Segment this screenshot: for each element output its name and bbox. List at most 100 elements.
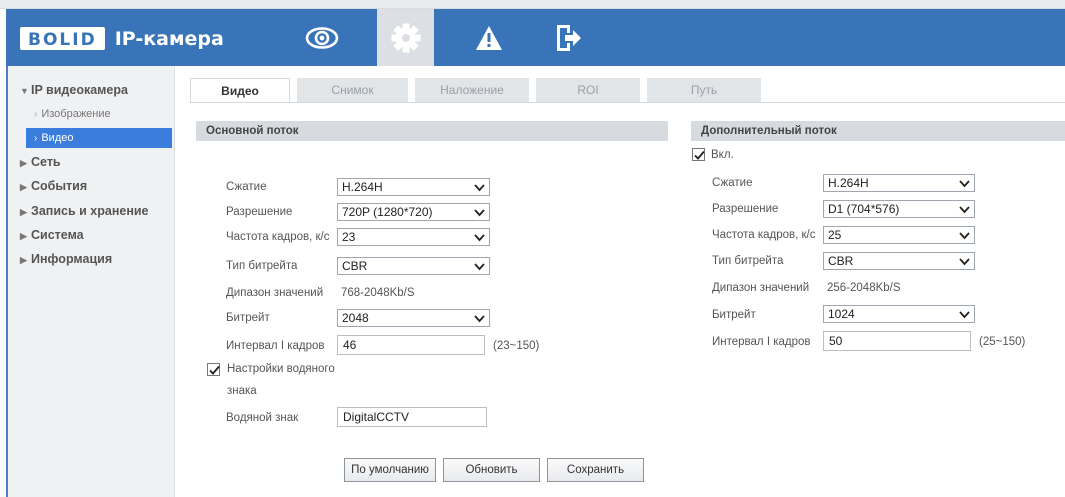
main-bitrate-type-label: Тип битрейта: [226, 260, 298, 272]
sidebar-item-label: Система: [31, 228, 84, 242]
select-value: CBR: [342, 259, 368, 273]
select-value: 2048: [342, 311, 369, 325]
chevron-down-icon: [959, 258, 970, 266]
sidebar-item-system[interactable]: ▶ Система: [8, 224, 175, 246]
main-iframe-input[interactable]: 46: [337, 335, 485, 355]
sub-bitrate-type-select[interactable]: CBR: [823, 252, 975, 270]
sub-framerate-label: Частота кадров, к/с: [712, 229, 816, 241]
triangle-right-icon: ▶: [20, 158, 27, 168]
default-button[interactable]: По умолчанию: [344, 458, 436, 482]
watermark-input[interactable]: DigitalCCTV: [337, 407, 487, 427]
main-range-label: Дипазон значений: [226, 287, 324, 299]
main-framerate-select[interactable]: 23: [337, 228, 490, 246]
logout-icon: [556, 24, 581, 51]
sidebar-item-storage[interactable]: ▶ Запись и хранение: [8, 200, 175, 222]
select-value: H.264H: [828, 176, 869, 190]
select-value: CBR: [828, 254, 854, 268]
nav-logout-button[interactable]: [539, 9, 596, 66]
sidebar-item-label: IP видеокамера: [31, 83, 128, 97]
watermark-settings-checkbox[interactable]: [207, 363, 220, 376]
sidebar-item-ip-camera[interactable]: ▼ IP видеокамера: [8, 79, 175, 101]
sub-stream-header: Дополнительный поток: [691, 121, 1065, 141]
sub-bitrate-label: Битрейт: [712, 309, 756, 321]
main-bitrate-label: Битрейт: [226, 312, 270, 324]
chevron-down-icon: [474, 315, 485, 323]
checkmark-icon: [694, 150, 705, 160]
watermark-label: Водяной знак: [226, 412, 299, 424]
sidebar-item-label: События: [31, 179, 88, 193]
sidebar-item-label: Информация: [31, 252, 113, 266]
tab-overlay[interactable]: Наложение: [415, 78, 529, 103]
chevron-right-icon: ›: [34, 133, 38, 144]
sub-iframe-input[interactable]: 50: [823, 331, 971, 351]
main-stream-header: Основной поток: [196, 121, 668, 141]
checkmark-icon: [209, 365, 220, 375]
sub-bitrate-select[interactable]: 1024: [823, 305, 975, 323]
select-value: D1 (704*576): [828, 202, 900, 216]
app-header: BOLID IP-камера: [6, 9, 1065, 66]
chevron-down-icon: [959, 180, 970, 188]
select-value: 720P (1280*720): [342, 205, 433, 219]
tab-video[interactable]: Видео: [190, 78, 290, 103]
nav-settings-button[interactable]: [377, 9, 434, 66]
main-bitrate-select[interactable]: 2048: [337, 309, 490, 327]
select-value: 25: [828, 228, 842, 242]
main-resolution-select[interactable]: 720P (1280*720): [337, 203, 490, 221]
app-title: IP-камера: [114, 27, 224, 50]
sub-resolution-select[interactable]: D1 (704*576): [823, 200, 975, 218]
sub-stream-enable-checkbox[interactable]: [692, 148, 705, 161]
tab-roi[interactable]: ROI: [536, 78, 640, 103]
sidebar-item-label: Запись и хранение: [31, 204, 149, 218]
chevron-down-icon: [474, 184, 485, 192]
chevron-down-icon: [959, 232, 970, 240]
watermark-settings-label: Настройки водяного: [227, 363, 335, 375]
nav-alarm-button[interactable]: [460, 9, 517, 66]
sub-range-value: 256-2048Kb/S: [827, 282, 901, 294]
sidebar-subitem-label: Видео: [41, 132, 74, 144]
main-compression-label: Сжатие: [226, 181, 267, 193]
sub-compression-label: Сжатие: [712, 177, 753, 189]
sidebar-subitem-image[interactable]: › Изображение: [26, 104, 172, 124]
sidebar: ▼ IP видеокамера › Изображение › Видео ▶ Сет…: [8, 66, 175, 497]
sidebar-item-network[interactable]: ▶ Сеть: [8, 151, 175, 173]
sub-bitrate-type-label: Тип битрейта: [712, 255, 784, 267]
triangle-right-icon: ▶: [20, 231, 27, 241]
main-iframe-range: (23~150): [493, 340, 540, 352]
chevron-right-icon: ›: [34, 109, 38, 120]
tab-snapshot[interactable]: Снимок: [297, 78, 408, 103]
sub-framerate-select[interactable]: 25: [823, 226, 975, 244]
tab-path[interactable]: Путь: [647, 78, 761, 103]
nav-live-view-button[interactable]: [293, 9, 350, 66]
sub-compression-select[interactable]: H.264H: [823, 174, 975, 192]
warning-icon: [475, 25, 502, 50]
sidebar-subitem-video[interactable]: › Видео: [26, 128, 172, 148]
triangle-right-icon: ▶: [20, 182, 27, 192]
refresh-button[interactable]: Обновить: [443, 458, 540, 482]
main-framerate-label: Частота кадров, к/с: [226, 231, 330, 243]
triangle-down-icon: ▼: [20, 86, 29, 96]
logo: BOLID IP-камера: [20, 26, 224, 51]
triangle-right-icon: ▶: [20, 255, 27, 265]
main-resolution-label: Разрешение: [226, 206, 293, 218]
watermark-settings-label-cont: знака: [227, 385, 257, 397]
chevron-down-icon: [474, 234, 485, 242]
sidebar-item-info[interactable]: ▶ Информация: [8, 248, 175, 270]
sub-stream-enable-label: Вкл.: [711, 149, 734, 161]
triangle-right-icon: ▶: [20, 207, 27, 217]
main-range-value: 768-2048Kb/S: [341, 287, 415, 299]
main-bitrate-type-select[interactable]: CBR: [337, 257, 490, 275]
browser-top-strip: [0, 0, 1065, 9]
sidebar-item-events[interactable]: ▶ События: [8, 175, 175, 197]
sub-iframe-range: (25~150): [979, 336, 1026, 348]
select-value: H.264H: [342, 180, 383, 194]
main-compression-select[interactable]: H.264H: [337, 178, 490, 196]
sub-range-label: Дипазон значений: [712, 282, 810, 294]
chevron-down-icon: [959, 206, 970, 214]
chevron-down-icon: [474, 263, 485, 271]
save-button[interactable]: Сохранить: [547, 458, 644, 482]
main-iframe-label: Интервал I кадров: [226, 340, 325, 352]
select-value: 1024: [828, 307, 855, 321]
sidebar-item-label: Сеть: [31, 155, 61, 169]
brand-logo: BOLID: [20, 27, 105, 50]
chevron-down-icon: [959, 311, 970, 319]
